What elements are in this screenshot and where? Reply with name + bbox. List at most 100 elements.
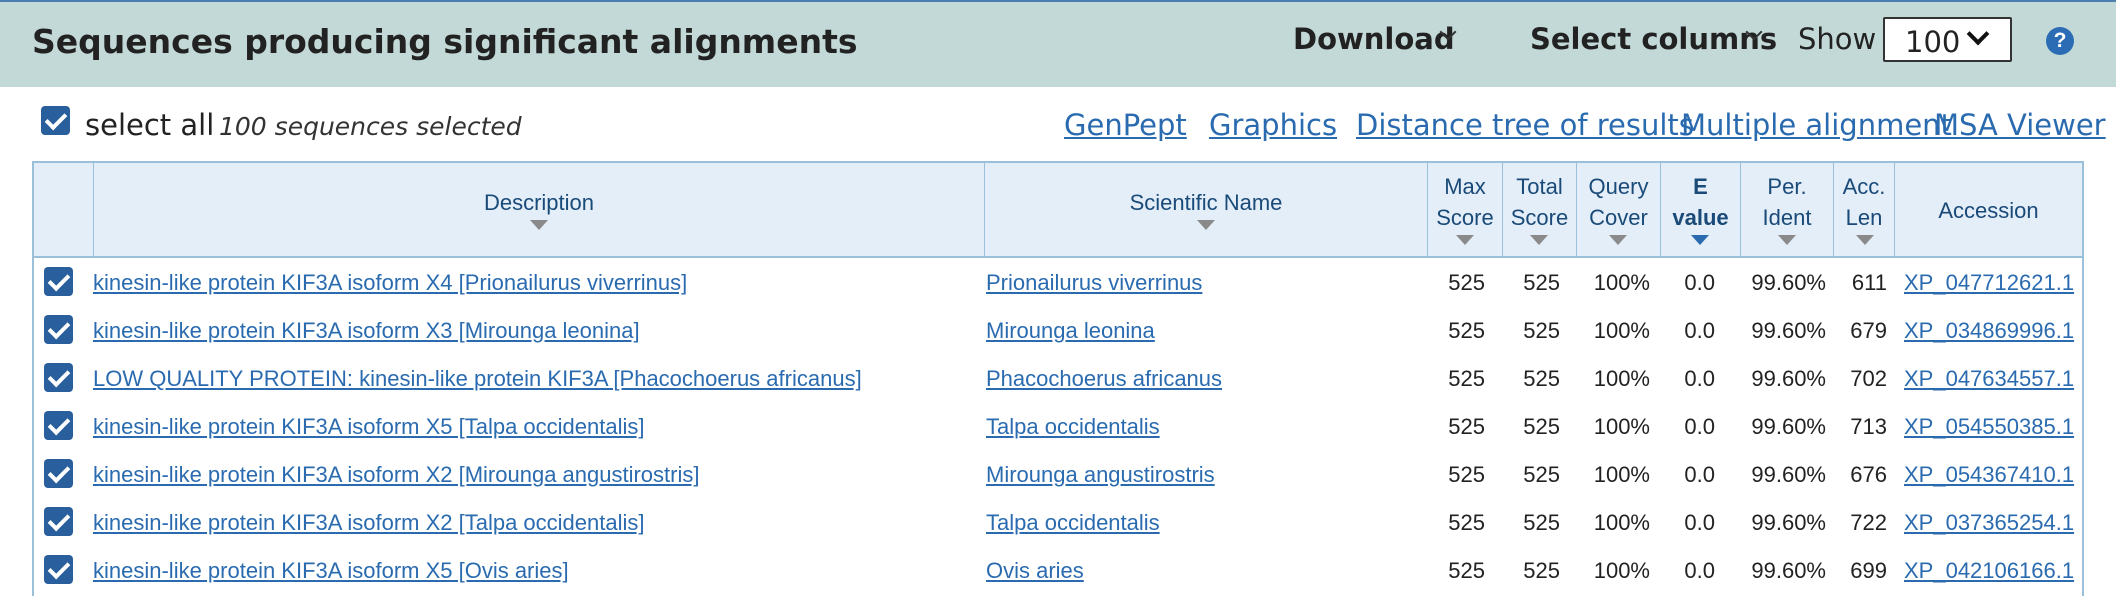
max-score-cell: 525	[1448, 318, 1485, 343]
table-row: kinesin-like protein KIF3A isoform X4 [P…	[34, 259, 2082, 307]
table-row: kinesin-like protein KIF3A isoform X5 [O…	[34, 547, 2082, 595]
scientific-name-link[interactable]: Talpa occidentalis	[986, 510, 1160, 536]
per-ident-cell: 99.60%	[1751, 366, 1826, 391]
description-link[interactable]: kinesin-like protein KIF3A isoform X3 [M…	[93, 318, 640, 344]
sort-triangle-icon[interactable]	[1778, 235, 1796, 245]
total-score-cell: 525	[1523, 462, 1560, 487]
accession-link[interactable]: XP_047712621.1	[1904, 270, 2074, 296]
e-value-cell: 0.0	[1684, 366, 1715, 391]
e-value-cell: 0.0	[1684, 414, 1715, 439]
total-score-cell: 525	[1523, 414, 1560, 439]
row-checkbox[interactable]	[44, 459, 73, 488]
total-score-cell: 525	[1523, 318, 1560, 343]
e-value-cell: 0.0	[1684, 318, 1715, 343]
download-menu[interactable]: Download	[1293, 22, 1455, 56]
accession-link[interactable]: XP_042106166.1	[1904, 558, 2074, 584]
e-value-cell: 0.0	[1684, 510, 1715, 535]
column-header-max-score[interactable]: Max Score	[1428, 171, 1502, 233]
scientific-name-link[interactable]: Mirounga leonina	[986, 318, 1155, 344]
acc-len-cell: 699	[1850, 558, 1887, 583]
acc-len-cell: 676	[1850, 462, 1887, 487]
row-checkbox[interactable]	[44, 411, 73, 440]
per-ident-cell: 99.60%	[1751, 318, 1826, 343]
total-score-cell: 525	[1523, 510, 1560, 535]
description-link[interactable]: kinesin-like protein KIF3A isoform X2 [M…	[93, 462, 699, 488]
description-link[interactable]: LOW QUALITY PROTEIN: kinesin-like protei…	[93, 366, 862, 392]
description-link[interactable]: kinesin-like protein KIF3A isoform X5 [O…	[93, 558, 569, 584]
accession-link[interactable]: XP_034869996.1	[1904, 318, 2074, 344]
row-checkbox[interactable]	[44, 315, 73, 344]
sort-triangle-icon[interactable]	[1197, 220, 1215, 230]
column-header-acc-len[interactable]: Acc. Len	[1834, 171, 1894, 233]
column-header-accession[interactable]: Accession	[1895, 195, 2082, 226]
select-all-checkbox[interactable]	[41, 106, 70, 135]
column-header-per-ident[interactable]: Per. Ident	[1741, 171, 1833, 233]
scientific-name-link[interactable]: Prionailurus viverrinus	[986, 270, 1202, 296]
sort-triangle-icon[interactable]	[1856, 235, 1874, 245]
select-columns-menu[interactable]: Select columns	[1530, 22, 1777, 56]
e-value-cell: 0.0	[1684, 462, 1715, 487]
per-ident-cell: 99.60%	[1751, 270, 1826, 295]
max-score-cell: 525	[1448, 270, 1485, 295]
row-checkbox[interactable]	[44, 507, 73, 536]
section-title: Sequences producing significant alignmen…	[32, 22, 858, 61]
sort-triangle-icon[interactable]	[1609, 235, 1627, 245]
description-link[interactable]: kinesin-like protein KIF3A isoform X5 [T…	[93, 414, 644, 440]
graphics-link[interactable]: Graphics	[1209, 108, 1337, 142]
max-score-cell: 525	[1448, 558, 1485, 583]
genpept-link[interactable]: GenPept	[1064, 108, 1187, 142]
column-header-scientific-name[interactable]: Scientific Name	[985, 187, 1427, 218]
query-cover-cell: 100%	[1593, 366, 1650, 391]
show-count-value: 100	[1905, 25, 1961, 59]
accession-link[interactable]: XP_054550385.1	[1904, 414, 2074, 440]
acc-len-cell: 722	[1850, 510, 1887, 535]
e-value-cell: 0.0	[1684, 558, 1715, 583]
query-cover-cell: 100%	[1593, 558, 1650, 583]
sort-triangle-icon[interactable]	[1530, 235, 1548, 245]
scientific-name-link[interactable]: Ovis aries	[986, 558, 1084, 584]
accession-link[interactable]: XP_047634557.1	[1904, 366, 2074, 392]
row-checkbox[interactable]	[44, 555, 73, 584]
accession-link[interactable]: XP_054367410.1	[1904, 462, 2074, 488]
per-ident-cell: 99.60%	[1751, 414, 1826, 439]
show-count-select[interactable]: 100	[1883, 17, 2012, 62]
scientific-name-link[interactable]: Phacochoerus africanus	[986, 366, 1222, 392]
per-ident-cell: 99.60%	[1751, 510, 1826, 535]
table-row: kinesin-like protein KIF3A isoform X2 [M…	[34, 451, 2082, 499]
multiple-alignment-link[interactable]: Multiple alignment	[1681, 108, 1952, 142]
table-row: kinesin-like protein KIF3A isoform X3 [M…	[34, 307, 2082, 355]
acc-len-cell: 702	[1850, 366, 1887, 391]
accession-link[interactable]: XP_037365254.1	[1904, 510, 2074, 536]
selected-count: 100 sequences selected	[219, 112, 522, 141]
total-score-cell: 525	[1523, 270, 1560, 295]
scientific-name-link[interactable]: Mirounga angustirostris	[986, 462, 1215, 488]
acc-len-cell: 679	[1850, 318, 1887, 343]
help-icon[interactable]: ?	[2046, 27, 2074, 55]
row-checkbox[interactable]	[44, 363, 73, 392]
column-header-description[interactable]: Description	[94, 187, 984, 218]
description-link[interactable]: kinesin-like protein KIF3A isoform X4 [P…	[93, 270, 687, 296]
per-ident-cell: 99.60%	[1751, 462, 1826, 487]
table-row: kinesin-like protein KIF3A isoform X5 [T…	[34, 403, 2082, 451]
e-value-cell: 0.0	[1684, 270, 1715, 295]
per-ident-cell: 99.60%	[1751, 558, 1826, 583]
show-label: Show	[1798, 22, 1877, 56]
msa-viewer-link[interactable]: MSA Viewer	[1934, 108, 2106, 142]
column-header-query-cover[interactable]: Query Cover	[1577, 171, 1660, 233]
column-header-e-value[interactable]: Evalue	[1661, 171, 1740, 233]
select-all-label[interactable]: select all	[85, 108, 214, 142]
max-score-cell: 525	[1448, 414, 1485, 439]
description-link[interactable]: kinesin-like protein KIF3A isoform X2 [T…	[93, 510, 644, 536]
distance-tree-link[interactable]: Distance tree of results	[1356, 108, 1694, 142]
column-header-total-score[interactable]: Total Score	[1503, 171, 1576, 233]
row-checkbox[interactable]	[44, 267, 73, 296]
sort-triangle-icon[interactable]	[1691, 235, 1709, 245]
acc-len-cell: 713	[1850, 414, 1887, 439]
sort-triangle-icon[interactable]	[1456, 235, 1474, 245]
sort-triangle-icon[interactable]	[530, 220, 548, 230]
total-score-cell: 525	[1523, 558, 1560, 583]
table-row: kinesin-like protein KIF3A isoform X2 [T…	[34, 499, 2082, 547]
scientific-name-link[interactable]: Talpa occidentalis	[986, 414, 1160, 440]
results-table: Description Scientific Name Max Score Tot…	[32, 161, 2084, 596]
table-row: LOW QUALITY PROTEIN: kinesin-like protei…	[34, 355, 2082, 403]
